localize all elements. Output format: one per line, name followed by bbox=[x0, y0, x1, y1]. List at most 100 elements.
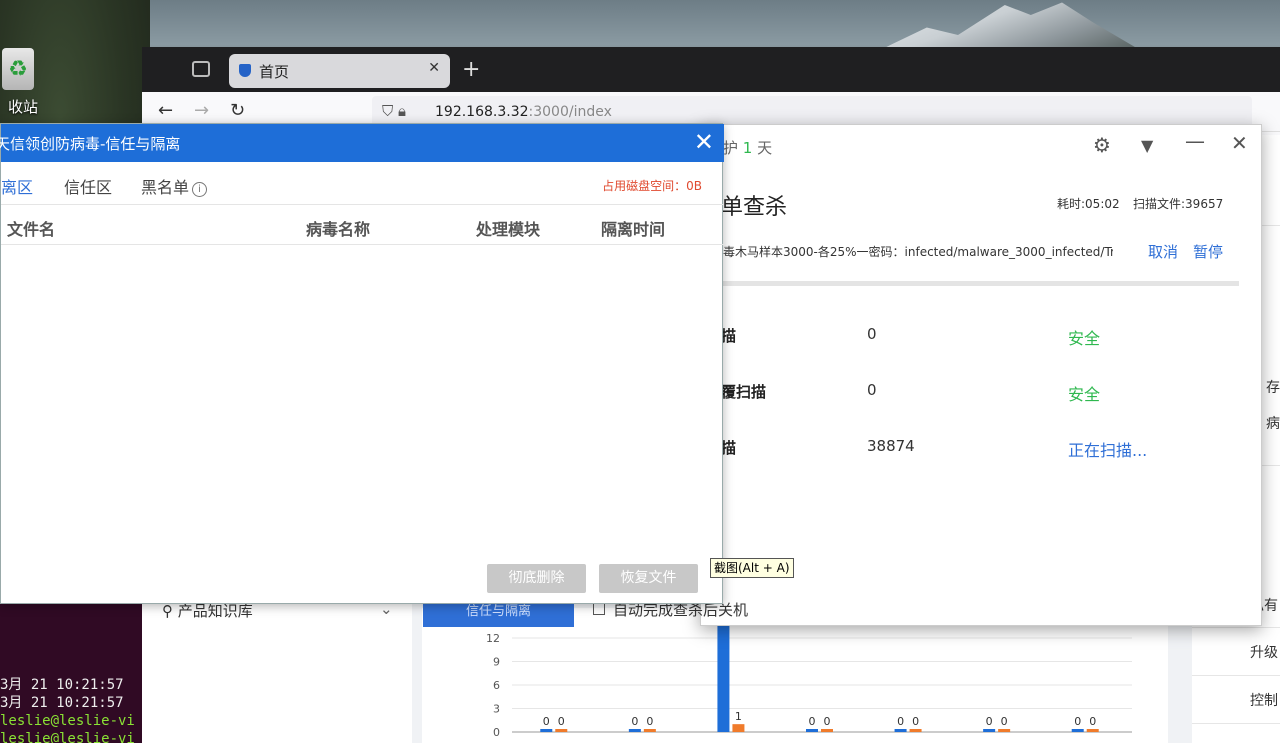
bar bbox=[983, 729, 996, 732]
trash-icon[interactable]: ♻ bbox=[2, 48, 34, 90]
new-tab-icon[interactable]: + bbox=[462, 57, 480, 82]
tab-list-icon[interactable] bbox=[192, 61, 210, 77]
bar-value-label: 0 bbox=[558, 715, 565, 728]
column-header[interactable]: 隔离时间 bbox=[601, 216, 665, 240]
shield-lock-icon: ⛉ 🔒︎ bbox=[382, 102, 406, 120]
bar-value-label: 0 bbox=[809, 715, 816, 728]
right-panel-item[interactable]: 病 bbox=[1266, 413, 1280, 433]
trash-label: 收站 bbox=[8, 98, 39, 116]
terminal-line: leslie@leslie-vi bbox=[0, 713, 135, 729]
bar-chart: 0369120 0 0 0 0 00 0 1 0 0 0 0 bbox=[486, 608, 1132, 739]
bar-value-label: 0 bbox=[543, 715, 550, 728]
terminal-line: leslie@leslie-vi bbox=[0, 731, 135, 743]
bar bbox=[732, 724, 745, 732]
bar bbox=[909, 729, 922, 732]
protection-days: 护 1 天 bbox=[723, 139, 773, 157]
scan-row-label: 覆扫描 bbox=[721, 383, 767, 401]
y-tick-label: 6 bbox=[493, 679, 500, 692]
reload-icon[interactable]: ↻ bbox=[230, 100, 245, 121]
bar bbox=[806, 729, 818, 732]
tab-home[interactable]: 首页 ✕ bbox=[229, 54, 450, 88]
column-header[interactable]: 文件名 bbox=[7, 216, 55, 240]
screenshot-tooltip: 截图(Alt + A) bbox=[710, 558, 794, 578]
y-tick-label: 0 bbox=[493, 726, 500, 739]
dialog-title: 天信领创防病毒-信任与隔离 bbox=[0, 135, 181, 153]
right-panel-item[interactable]: 存 bbox=[1266, 377, 1280, 397]
column-header[interactable]: 处理模块 bbox=[476, 216, 540, 240]
scan-row-label: 描 bbox=[721, 439, 737, 457]
bar-value-label: 0 bbox=[1001, 715, 1008, 728]
scan-row-value: 38874 bbox=[867, 437, 915, 455]
scan-row-status: 正在扫描... bbox=[1068, 441, 1148, 460]
bar bbox=[998, 729, 1011, 732]
menu-item-label: 产品知识库 bbox=[177, 602, 253, 620]
bar bbox=[1086, 729, 1099, 732]
bar bbox=[540, 729, 553, 732]
scan-row-status: 安全 bbox=[1068, 329, 1101, 348]
dropdown-icon[interactable]: ▼ bbox=[1141, 136, 1153, 155]
dialog-titlebar: 天信领创防病毒-信任与隔离 ✕ bbox=[0, 124, 724, 162]
delete-permanently-button[interactable]: 彻底删除 bbox=[487, 564, 586, 593]
bar bbox=[628, 729, 641, 732]
restore-file-button[interactable]: 恢复文件 bbox=[599, 564, 698, 593]
y-tick-label: 9 bbox=[493, 656, 500, 669]
scan-progress-bar bbox=[721, 281, 1239, 286]
bar bbox=[821, 729, 833, 732]
search-list-icon: ⚲ bbox=[162, 602, 178, 620]
bar bbox=[555, 729, 568, 732]
divider bbox=[1192, 627, 1280, 628]
tab-bar: 首页 ✕ + bbox=[142, 47, 1280, 92]
table-header: 文件名 病毒名称 处理模块 隔离时间 bbox=[1, 206, 724, 245]
bar bbox=[894, 729, 907, 732]
tab-trusted[interactable]: 信任区 bbox=[64, 174, 112, 198]
bar-value-label: 0 bbox=[824, 715, 831, 728]
right-panel-item[interactable]: 升级 bbox=[1250, 642, 1278, 662]
shield-favicon-icon bbox=[239, 64, 251, 77]
pause-button[interactable]: 暂停 bbox=[1193, 241, 1223, 262]
bar-value-label: 0 bbox=[1089, 715, 1096, 728]
scan-title: 单查杀 bbox=[721, 195, 788, 220]
y-tick-label: 3 bbox=[493, 703, 500, 716]
divider bbox=[1192, 723, 1280, 724]
scan-row-label: 描 bbox=[721, 327, 737, 345]
scanned-files-count: 扫描文件:39657 bbox=[1133, 197, 1224, 211]
right-panel-item[interactable]: 控制 bbox=[1250, 690, 1278, 710]
info-icon[interactable]: i bbox=[192, 182, 208, 197]
quarantine-dialog: 天信领创防病毒-信任与隔离 ✕ 隔离区 信任区 黑名单i 占用磁盘空间：0B 文… bbox=[0, 123, 724, 604]
y-tick-label: 12 bbox=[486, 632, 500, 645]
scan-row-value: 0 bbox=[867, 381, 877, 399]
scan-row-status: 安全 bbox=[1068, 385, 1101, 404]
checkbox-box[interactable] bbox=[593, 603, 605, 615]
scan-window: 护 1 天 ⚙ ▼ — ✕ 单查杀 耗时:05:02 扫描文件:39657 毒木… bbox=[423, 124, 1262, 627]
bar bbox=[1071, 729, 1084, 732]
bar-value-label: 0 bbox=[646, 715, 653, 728]
scan-row-value: 0 bbox=[867, 325, 877, 343]
bar bbox=[717, 608, 730, 732]
minimize-icon[interactable]: — bbox=[1185, 129, 1205, 153]
bar-value-label: 0 bbox=[631, 715, 638, 728]
tab-title: 首页 bbox=[259, 63, 290, 81]
close-icon[interactable]: ✕ bbox=[1231, 131, 1248, 155]
tab-quarantine[interactable]: 隔离区 bbox=[0, 174, 33, 198]
url-text: 192.168.3.32:3000/index bbox=[435, 104, 612, 120]
close-icon[interactable]: ✕ bbox=[694, 128, 714, 156]
forward-icon[interactable]: → bbox=[194, 100, 209, 121]
bar-value-label: 0 bbox=[912, 715, 919, 728]
tab-blacklist[interactable]: 黑名单 i bbox=[141, 174, 208, 198]
dialog-tabs: 隔离区 信任区 黑名单i 占用磁盘空间：0B bbox=[0, 162, 724, 205]
chart-card: 0 3 6 9 12 0 0 0 0 0 0 0 0 1 0 0 0 0 bbox=[422, 608, 1168, 743]
tab-blacklist-label: 黑名单 bbox=[141, 178, 190, 197]
terminal-window[interactable]: 3月 21 10:21:57 3月 21 10:21:57 leslie@les… bbox=[0, 590, 146, 743]
bar-value-label: 1 bbox=[735, 710, 742, 723]
column-header[interactable]: 病毒名称 bbox=[306, 216, 370, 240]
gear-icon[interactable]: ⚙ bbox=[1093, 133, 1111, 157]
divider bbox=[1192, 675, 1280, 676]
bar-value-label: 0 bbox=[897, 715, 904, 728]
terminal-line: 3月 21 10:21:57 bbox=[0, 677, 124, 693]
close-icon[interactable]: ✕ bbox=[428, 60, 440, 76]
back-icon[interactable]: ← bbox=[158, 100, 173, 121]
elapsed-time: 耗时:05:02 bbox=[1057, 197, 1120, 211]
current-scan-path: 毒木马样本3000-各25%一密码：infected/malware_3000_… bbox=[723, 245, 1113, 259]
cancel-button[interactable]: 取消 bbox=[1148, 241, 1178, 262]
bar-value-label: 0 bbox=[986, 715, 993, 728]
